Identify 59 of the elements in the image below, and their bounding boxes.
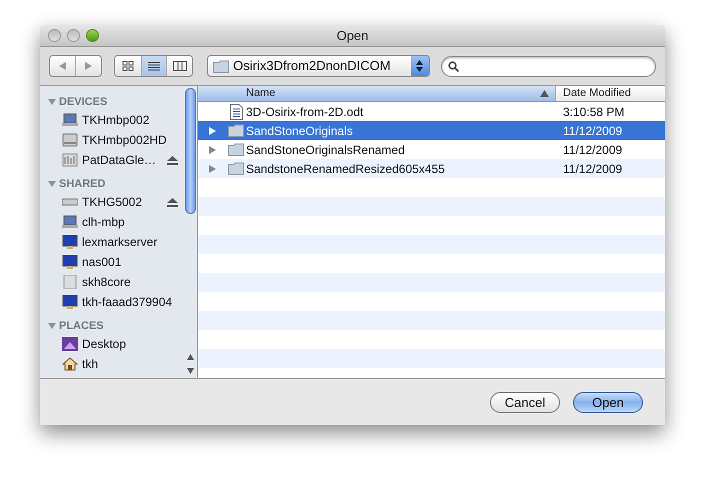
disclosure-triangle-icon[interactable]	[48, 322, 56, 330]
disclosure-triangle-icon[interactable]	[48, 98, 56, 106]
sidebar-item[interactable]: Desktop	[40, 334, 184, 354]
monitor-icon	[62, 295, 78, 309]
desktop-icon	[62, 337, 78, 351]
monitor-icon	[62, 255, 78, 269]
disclosure-triangle-icon[interactable]	[208, 146, 216, 154]
disclosure-triangle-icon[interactable]	[48, 180, 56, 188]
disclosure-triangle-icon[interactable]	[208, 126, 216, 134]
monitor-icon	[62, 235, 78, 249]
popup-arrows-icon	[410, 56, 429, 76]
folder-icon	[213, 60, 230, 72]
sidebar-item[interactable]: PatDataGle…	[40, 150, 184, 170]
sidebar-item[interactable]: skh8core	[40, 272, 184, 292]
eject-icon[interactable]	[167, 198, 178, 206]
sidebar-item[interactable]: TKHG5002	[40, 192, 184, 212]
dialog-button[interactable]: Open	[573, 392, 643, 412]
list-view-icon	[148, 61, 160, 71]
folder-icon	[228, 143, 244, 156]
window-title: Open	[336, 26, 368, 45]
laptop-icon	[62, 215, 78, 229]
sidebar-item[interactable]: clh-mbp	[40, 212, 184, 232]
folder-icon	[228, 124, 244, 137]
section-heading: SHARED	[59, 176, 106, 192]
section-heading: DEVICES	[59, 94, 108, 110]
sidebar-item[interactable]: TKHmbp002	[40, 110, 184, 130]
column-header[interactable]: Date Modified	[556, 86, 665, 101]
disclosure-triangle-icon[interactable]	[208, 164, 216, 172]
view-mode-button[interactable]	[166, 56, 192, 76]
location-popup[interactable]: Osirix3Dfrom2DnonDICOM	[207, 55, 430, 77]
file-row[interactable]: SandstoneRenamedResized605x455 11/12/2009	[198, 159, 665, 178]
back-forward-control[interactable]	[49, 55, 102, 77]
eject-icon[interactable]	[167, 156, 178, 164]
zoom-button[interactable]	[86, 29, 99, 42]
section-heading: PLACES	[59, 318, 104, 334]
drive-icon	[62, 133, 78, 147]
close-button[interactable]	[48, 29, 61, 42]
dialog-button[interactable]: Cancel	[490, 392, 560, 412]
sidebar-item[interactable]: TKHmbp002HD	[40, 130, 184, 150]
home-icon	[62, 357, 78, 371]
search-field[interactable]	[440, 56, 656, 76]
folder-icon	[228, 162, 244, 175]
file-row[interactable]: SandStoneOriginals 11/12/2009	[198, 121, 665, 140]
sidebar-item[interactable]: lexmarkserver	[40, 232, 184, 252]
column-header[interactable]: Name	[198, 86, 556, 101]
view-mode-button[interactable]	[140, 56, 166, 76]
computer-tower-icon	[62, 275, 78, 289]
minimize-button[interactable]	[67, 29, 80, 42]
document-icon	[230, 104, 242, 120]
sort-arrow-icon	[540, 90, 549, 97]
view-mode-button[interactable]	[115, 56, 141, 76]
icon-view-icon	[122, 61, 134, 71]
sidebar-item[interactable]: tkh-faaad379904	[40, 292, 184, 312]
scroll-thumb[interactable]	[185, 88, 196, 214]
search-icon	[448, 60, 459, 72]
laptop-icon	[62, 113, 78, 127]
sidebar-item[interactable]: tkh	[40, 354, 184, 374]
sidebar-item[interactable]: nas001	[40, 252, 184, 272]
column-view-icon	[172, 61, 187, 71]
